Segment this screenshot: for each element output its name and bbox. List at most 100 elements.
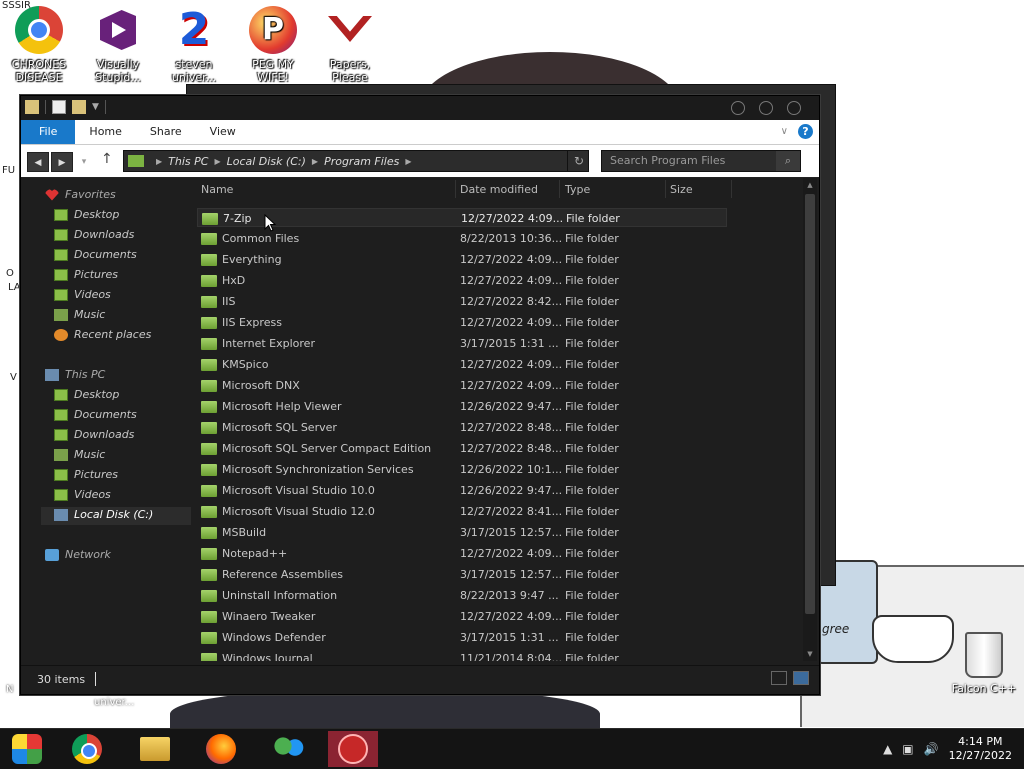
file-row[interactable]: Notepad++ 12/27/2022 4:09... File folder	[197, 544, 727, 563]
nav-item-pc-desktop[interactable]: Desktop	[54, 388, 119, 401]
nav-item-pc-documents[interactable]: Documents	[54, 408, 137, 421]
vertical-scrollbar[interactable]: ▲ ▼	[803, 178, 817, 661]
nav-item-pc-downloads[interactable]: Downloads	[54, 428, 134, 441]
file-row[interactable]: Everything 12/27/2022 4:09... File folder	[197, 250, 727, 269]
taskbar-firefox[interactable]	[196, 731, 246, 767]
tab-home[interactable]: Home	[75, 120, 135, 144]
breadcrumb-item[interactable]: Program Files	[324, 155, 399, 168]
taskbar-chrome[interactable]	[62, 731, 112, 767]
search-input[interactable]: Search Program Files ⌕	[601, 150, 801, 172]
breadcrumb-item[interactable]: Local Disk (C:)	[227, 155, 306, 168]
details-view-icon[interactable]	[771, 671, 787, 685]
title-bar[interactable]: ▼	[21, 96, 819, 120]
desktop-icon-peg-my-wife[interactable]: P PEG MY WIFE!	[237, 6, 309, 84]
file-row[interactable]: Internet Explorer 3/17/2015 1:31 ... File …	[197, 334, 727, 353]
column-header-name[interactable]: Name	[201, 183, 233, 196]
taskbar-file-explorer[interactable]	[130, 731, 180, 767]
network-status-icon[interactable]: ▣	[902, 742, 913, 756]
show-hidden-icons-chevron-icon[interactable]: ▲	[883, 742, 892, 756]
nav-network[interactable]: Network	[45, 548, 111, 561]
breadcrumb-arrow-icon[interactable]: ▶	[312, 157, 318, 166]
column-divider[interactable]	[665, 180, 666, 198]
file-row[interactable]: IIS 12/27/2022 8:42... File folder	[197, 292, 727, 311]
desktop-icon-steven-universe[interactable]: 2 steven univer...	[158, 6, 230, 85]
column-header-size[interactable]: Size	[670, 183, 693, 196]
taskbar-people[interactable]	[264, 731, 314, 767]
nav-item-pc-music[interactable]: Music	[54, 448, 105, 461]
scroll-up-icon[interactable]: ▲	[805, 180, 815, 190]
forward-button[interactable]: ▶	[51, 152, 73, 172]
up-arrow-icon[interactable]: ↑	[101, 151, 113, 167]
breadcrumb-item[interactable]: This PC	[168, 155, 208, 168]
large-icons-view-icon[interactable]	[793, 671, 809, 685]
file-row[interactable]: Microsoft Help Viewer 12/26/2022 9:47... F…	[197, 397, 727, 416]
file-row[interactable]: Microsoft Visual Studio 12.0 12/27/2022 8…	[197, 502, 727, 521]
column-divider[interactable]	[559, 180, 560, 198]
file-row[interactable]: Windows Journal 11/21/2014 8:04... File fo…	[197, 649, 727, 661]
nav-label: Recent places	[74, 328, 152, 341]
breadcrumb-arrow-icon[interactable]: ▶	[405, 157, 411, 166]
nav-item-desktop[interactable]: Desktop	[54, 208, 119, 221]
minimize-button[interactable]	[731, 101, 745, 115]
nav-item-pc-videos[interactable]: Videos	[54, 488, 111, 501]
file-date: 3/17/2015 12:57...	[460, 526, 563, 539]
column-divider[interactable]	[731, 180, 732, 198]
file-row[interactable]: Winaero Tweaker 12/27/2022 4:09... File fo…	[197, 607, 727, 626]
scroll-down-icon[interactable]: ▼	[805, 649, 815, 659]
clock[interactable]: 4:14 PM 12/27/2022	[949, 735, 1012, 763]
file-row[interactable]: 7-Zip 12/27/2022 4:09... File folder	[197, 208, 727, 227]
file-row[interactable]: Microsoft SQL Server Compact Edition 12/2…	[197, 439, 727, 458]
volume-icon[interactable]: 🔊	[924, 742, 939, 756]
nav-item-pictures[interactable]: Pictures	[54, 268, 118, 281]
file-row[interactable]: Microsoft Synchronization Services 12/26/…	[197, 460, 727, 479]
file-row[interactable]: Microsoft SQL Server 12/27/2022 8:48... Fi…	[197, 418, 727, 437]
new-folder-icon[interactable]	[72, 100, 86, 114]
close-button[interactable]	[787, 101, 801, 115]
properties-icon[interactable]	[52, 100, 66, 114]
recent-locations-chevron-icon[interactable]: ▾	[77, 152, 91, 172]
file-row[interactable]: Microsoft DNX 12/27/2022 4:09... File fold…	[197, 376, 727, 395]
search-icon[interactable]: ⌕	[776, 151, 800, 171]
back-button[interactable]: ◀	[27, 152, 49, 172]
start-button[interactable]	[2, 731, 52, 767]
tab-share[interactable]: Share	[136, 120, 196, 144]
nav-item-downloads[interactable]: Downloads	[54, 228, 134, 241]
column-divider[interactable]	[455, 180, 456, 198]
address-bar[interactable]: ▶ This PC ▶ Local Disk (C:) ▶ Program Fi…	[123, 150, 589, 172]
chevron-down-icon[interactable]: ▼	[92, 102, 99, 112]
nav-item-recent-places[interactable]: Recent places	[54, 328, 151, 341]
nav-item-pc-pictures[interactable]: Pictures	[54, 468, 118, 481]
file-row[interactable]: Common Files 8/22/2013 10:36... File folde…	[197, 229, 727, 248]
taskbar-active-app[interactable]	[328, 731, 378, 767]
refresh-icon[interactable]: ↻	[567, 150, 590, 172]
tab-view[interactable]: View	[196, 120, 250, 144]
file-row[interactable]: Windows Defender 3/17/2015 1:31 ... File f…	[197, 628, 727, 647]
desktop-icon-chrones-disease[interactable]: CHRONES DISEASE	[3, 6, 75, 84]
file-row[interactable]: Uninstall Information 8/22/2013 9:47 ... F…	[197, 586, 727, 605]
nav-item-documents[interactable]: Documents	[54, 248, 137, 261]
nav-item-videos[interactable]: Videos	[54, 288, 111, 301]
column-header-type[interactable]: Type	[565, 183, 590, 196]
breadcrumb-arrow-icon[interactable]: ▶	[214, 157, 220, 166]
maximize-button[interactable]	[759, 101, 773, 115]
file-name: Reference Assemblies	[222, 568, 343, 581]
file-row[interactable]: Microsoft Visual Studio 10.0 12/26/2022 9…	[197, 481, 727, 500]
desktop-icon-papers-please[interactable]: Papers, Please	[314, 6, 386, 84]
column-header-date[interactable]: Date modified	[460, 183, 538, 196]
file-row[interactable]: MSBuild 3/17/2015 12:57... File folder	[197, 523, 727, 542]
nav-item-local-disk[interactable]: Local Disk (C:)	[54, 508, 153, 521]
tab-file[interactable]: File	[21, 120, 76, 144]
desktop-icon-recycle-bin[interactable]: Falcon C++	[944, 632, 1024, 695]
nav-favorites[interactable]: Favorites	[45, 188, 116, 201]
expand-ribbon-icon[interactable]: ∨	[781, 126, 788, 137]
desktop-icon-visually-stupid[interactable]: Visually Stupid...	[82, 6, 154, 84]
breadcrumb-arrow-icon[interactable]: ▶	[156, 157, 162, 166]
nav-item-music[interactable]: Music	[54, 308, 105, 321]
file-row[interactable]: IIS Express 12/27/2022 4:09... File folder	[197, 313, 727, 332]
scrollbar-thumb[interactable]	[805, 194, 815, 614]
file-row[interactable]: HxD 12/27/2022 4:09... File folder	[197, 271, 727, 290]
file-row[interactable]: KMSpico 12/27/2022 4:09... File folder	[197, 355, 727, 374]
help-icon[interactable]: ?	[798, 124, 813, 139]
file-row[interactable]: Reference Assemblies 3/17/2015 12:57... Fi…	[197, 565, 727, 584]
nav-this-pc[interactable]: This PC	[45, 368, 105, 381]
